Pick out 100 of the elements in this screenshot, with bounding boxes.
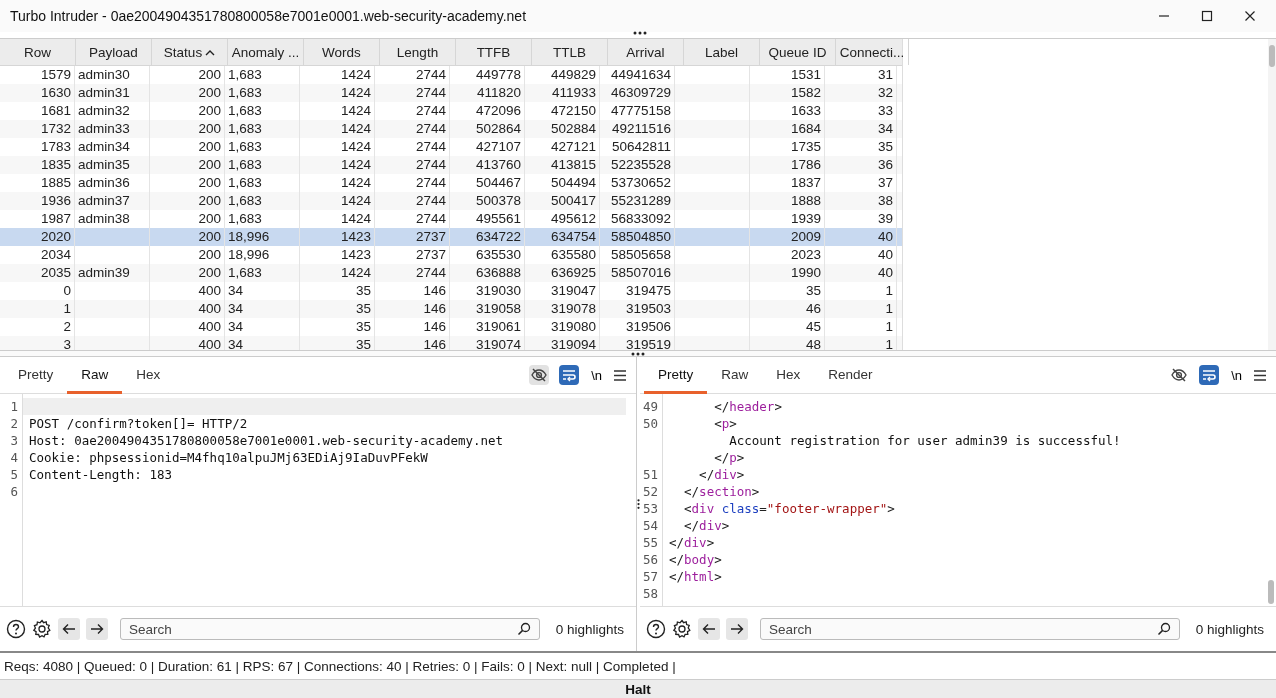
search-field[interactable]: Search: [760, 618, 1180, 640]
scrollbar[interactable]: [1268, 39, 1276, 350]
right-arrow-icon: [730, 623, 744, 635]
forward-button[interactable]: [726, 618, 748, 640]
table-cell: 400: [198, 283, 221, 298]
table-cell: 146: [423, 301, 446, 316]
forward-button[interactable]: [86, 618, 108, 640]
table-cell: 34: [228, 283, 244, 298]
code-line: </header>: [713, 399, 782, 414]
table-row[interactable]: 1 400 34 35 146 319058 319078 319503 46 1: [0, 300, 902, 318]
settings-icon[interactable]: [32, 619, 52, 639]
table-cell: 1424: [340, 85, 371, 100]
table-cell: 49211516: [611, 121, 671, 136]
wrap-lines-icon[interactable]: [1199, 365, 1220, 385]
newline-toggle[interactable]: \n: [1229, 367, 1244, 383]
drag-handle-icon[interactable]: [632, 31, 647, 35]
table-cell: 472150: [550, 103, 596, 118]
table-cell: 472096: [475, 103, 521, 118]
column-header[interactable]: Words: [304, 39, 380, 65]
line-number: 51: [642, 466, 659, 483]
editor-tab[interactable]: Hex: [762, 357, 815, 394]
table-cell: 1,683: [228, 175, 262, 190]
table-cell: 58504850: [610, 229, 671, 244]
table-row[interactable]: 1732 admin33 200 1,683 1424 2744 502864 502884 49211516 1684 34: [0, 120, 902, 138]
code-line: </section>: [683, 484, 760, 499]
editor-tab[interactable]: Pretty: [644, 357, 708, 394]
table-cell: 1835: [40, 157, 71, 172]
table-cell: 1684: [790, 121, 821, 136]
help-icon[interactable]: [646, 619, 666, 639]
editor-tab[interactable]: Raw: [707, 357, 763, 394]
table-row[interactable]: 2020 200 18,996 1423 2737 634722 634754 58504850 2009 40: [0, 228, 902, 246]
table-row[interactable]: 2035 admin39 200 1,683 1424 2744 636888 636925 58507016 1990 40: [0, 264, 902, 282]
editor-tab[interactable]: Render: [814, 357, 887, 394]
column-header[interactable]: Payload: [76, 39, 152, 65]
table-cell: 2009: [790, 229, 821, 244]
table-row[interactable]: 1835 admin35 200 1,683 1424 2744 413760 413815 52235528 1786 36: [0, 156, 902, 174]
column-header[interactable]: TTLB: [532, 39, 608, 65]
editor-tab[interactable]: Hex: [122, 357, 175, 394]
column-header[interactable]: Status: [152, 39, 228, 65]
table-cell: 1,683: [228, 67, 262, 82]
line-number: 3: [10, 432, 19, 449]
table-cell: admin32: [78, 103, 130, 118]
drag-handle-icon[interactable]: [637, 497, 640, 511]
table-cell: 47775158: [610, 103, 671, 118]
drag-handle-icon[interactable]: [631, 351, 645, 356]
table-cell: 427107: [475, 139, 521, 154]
table-cell: admin37: [78, 193, 130, 208]
table-cell: 2744: [415, 67, 446, 82]
code-line: POST /confirm?token[]= HTTP/2: [29, 416, 248, 431]
table-cell: 1990: [790, 265, 821, 280]
table-cell: 502884: [550, 121, 596, 136]
hide-icon[interactable]: [529, 365, 550, 385]
scrollbar[interactable]: [1268, 580, 1274, 604]
line-number: 55: [642, 534, 659, 551]
menu-icon[interactable]: [1254, 369, 1266, 381]
line-number: 57: [642, 568, 659, 585]
column-header[interactable]: Anomaly ...: [228, 39, 304, 65]
search-field[interactable]: Search: [120, 618, 540, 640]
table-cell: 500417: [550, 193, 596, 208]
highlights-count: 0 highlights: [555, 621, 625, 637]
table-cell: 200: [198, 247, 221, 262]
table-cell: 45: [805, 319, 821, 334]
table-cell: 1,683: [228, 139, 262, 154]
maximize-icon[interactable]: [1201, 10, 1213, 22]
column-header[interactable]: Label: [684, 39, 760, 65]
editor-tab[interactable]: Pretty: [4, 357, 68, 394]
table-cell: 200: [198, 139, 221, 154]
wrap-lines-icon[interactable]: [559, 365, 580, 385]
table-cell: 2744: [415, 157, 446, 172]
column-header[interactable]: Arrival: [608, 39, 684, 65]
back-button[interactable]: [58, 618, 80, 640]
table-cell: 40: [877, 247, 893, 262]
close-icon[interactable]: [1244, 10, 1256, 22]
table-cell: 2737: [415, 247, 446, 262]
menu-icon[interactable]: [614, 369, 626, 381]
table-cell: 1786: [790, 157, 821, 172]
table-row[interactable]: 3 400 34 35 146 319074 319094 319519 48 1: [0, 336, 902, 350]
table-cell: admin31: [78, 85, 130, 100]
column-header[interactable]: Row: [0, 39, 76, 65]
help-icon[interactable]: [6, 619, 26, 639]
column-header[interactable]: Connecti...: [836, 39, 909, 65]
table-cell: 1424: [340, 193, 371, 208]
table-cell: 400: [198, 301, 221, 316]
column-header[interactable]: Length: [380, 39, 456, 65]
table-cell: 2744: [415, 175, 446, 190]
table-cell: 411820: [476, 85, 521, 100]
table-cell: 1837: [790, 175, 821, 190]
settings-icon[interactable]: [672, 619, 692, 639]
column-header[interactable]: Queue ID: [760, 39, 836, 65]
column-header[interactable]: TTFB: [456, 39, 532, 65]
table-row[interactable]: 1630 admin31 200 1,683 1424 2744 411820 411933 46309729 1582 32: [0, 84, 902, 102]
halt-button[interactable]: Halt: [0, 679, 1276, 698]
table-cell: 200: [198, 85, 221, 100]
editor-tab[interactable]: Raw: [67, 357, 123, 394]
table-row[interactable]: 1936 admin37 200 1,683 1424 2744 500378 500417 55231289 1888 38: [0, 192, 902, 210]
table-cell: 500378: [475, 193, 521, 208]
table-cell: 2744: [415, 85, 446, 100]
newline-toggle[interactable]: \n: [589, 367, 604, 383]
back-button[interactable]: [698, 618, 720, 640]
table-cell: 319506: [625, 319, 671, 334]
